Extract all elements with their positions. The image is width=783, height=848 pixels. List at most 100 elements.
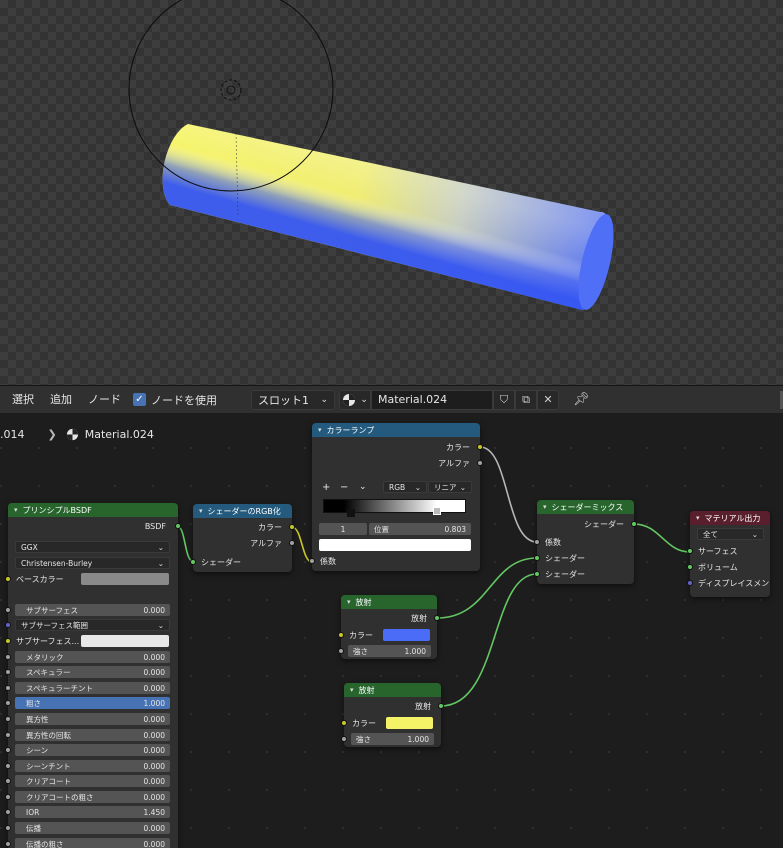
chevron-down-icon[interactable]: ▾ (543, 503, 547, 511)
node-header[interactable]: ▾ 放射 (344, 683, 441, 697)
ramp-stop-black[interactable] (347, 509, 355, 517)
socket-input-strength[interactable] (341, 736, 347, 742)
socket-output-bsdf[interactable] (175, 523, 181, 529)
socket-input-field[interactable] (5, 809, 11, 815)
socket-input-field[interactable] (5, 841, 11, 847)
bsdf-value-field[interactable]: 異方性の回転 0.000 (15, 729, 170, 741)
node-emission-yellow[interactable]: ▾ 放射 放射 カラー 強さ 1.000 (341, 683, 444, 747)
node-header[interactable]: ▾ カラーランプ (312, 423, 480, 437)
socket-input-displacement[interactable] (687, 580, 693, 586)
socket-input-field[interactable] (5, 716, 11, 722)
socket-output-alpha[interactable] (477, 460, 483, 466)
bsdf-value-field[interactable]: メタリック 0.000 (15, 651, 170, 663)
ramp-stop-white[interactable] (433, 507, 441, 515)
socket-output-emission[interactable] (438, 703, 444, 709)
use-nodes-toggle[interactable]: ✓ ノードを使用 (133, 392, 217, 408)
base-color-swatch[interactable] (81, 573, 169, 585)
stop-index-field[interactable]: 1 (319, 523, 367, 535)
socket-input-shader-2[interactable] (534, 571, 540, 577)
node-emission-blue[interactable]: ▾ 放射 放射 カラー 強さ 1.000 (338, 595, 440, 659)
socket-input-field[interactable] (5, 685, 11, 691)
bsdf-value-field[interactable]: 伝播の粗さ 0.000 (15, 838, 170, 848)
socket-input-field[interactable] (5, 747, 11, 753)
node-principled-bsdf[interactable]: ▾ プリンシプルBSDF BSDF GGX ⌄ Christensen-Burl… (5, 503, 181, 848)
bsdf-value-field[interactable]: サブサーフェス 0.000 (15, 604, 170, 616)
subsurface-radius-dropdown[interactable]: サブサーフェス範囲 ⌄ (15, 619, 170, 631)
subsurface-color-swatch[interactable] (81, 635, 169, 647)
chevron-down-icon[interactable]: ▾ (347, 598, 351, 606)
fake-user-button[interactable]: ⛉ (493, 389, 515, 410)
material-name-field[interactable]: Material.024 (371, 389, 493, 410)
ramp-menu-button[interactable]: ⌄ (359, 480, 367, 494)
chevron-down-icon[interactable]: ▾ (696, 514, 700, 522)
node-editor-canvas[interactable]: .014 ❯ Material.024 ▾ プリンシプルBSDF BSDF GG… (0, 413, 783, 848)
socket-subsurface-color[interactable] (5, 638, 11, 644)
bsdf-value-field[interactable]: シーン 0.000 (15, 744, 170, 756)
chevron-down-icon[interactable]: ▾ (14, 506, 18, 514)
node-material-output[interactable]: ▾ マテリアル出力 全て ⌄ サーフェス ボリューム ディスプレイスメン (687, 511, 770, 597)
node-header[interactable]: ▾ プリンシプルBSDF (8, 503, 178, 517)
node-header[interactable]: ▾ シェーダーのRGB化 (193, 504, 292, 518)
pin-icon[interactable]: 📌︎ (573, 392, 590, 407)
socket-input-strength[interactable] (338, 648, 344, 654)
material-browse-button[interactable]: ⌄ (339, 389, 371, 410)
emission-color-swatch[interactable] (383, 629, 430, 641)
stop-position-field[interactable]: 位置 0.803 (369, 523, 471, 535)
socket-output-shader[interactable] (631, 521, 637, 527)
node-header[interactable]: ▾ マテリアル出力 (690, 511, 770, 525)
socket-input-field[interactable] (5, 825, 11, 831)
bsdf-value-field[interactable]: IOR 1.450 (15, 806, 170, 818)
socket-input-fac[interactable] (309, 558, 315, 564)
color-mode-dropdown[interactable]: RGB ⌄ (383, 481, 427, 493)
chevron-down-icon[interactable]: ▾ (318, 426, 322, 434)
socket-input-shader-1[interactable] (534, 555, 540, 561)
duplicate-material-button[interactable]: ⧉ (515, 389, 537, 410)
node-header[interactable]: ▾ 放射 (341, 595, 437, 609)
emission-color-swatch[interactable] (386, 717, 433, 729)
strength-field[interactable]: 強さ 1.000 (348, 645, 431, 657)
ramp-add-button[interactable]: + (322, 480, 330, 494)
bsdf-value-field[interactable]: クリアコート 0.000 (15, 775, 170, 787)
bsdf-value-field[interactable]: 伝播 0.000 (15, 822, 170, 834)
color-ramp-gradient[interactable] (323, 499, 466, 513)
socket-input-field[interactable] (5, 607, 11, 613)
distribution-dropdown[interactable]: GGX ⌄ (15, 541, 170, 553)
bsdf-value-field[interactable]: スペキュラーチント 0.000 (15, 682, 170, 694)
socket-base-color[interactable] (5, 576, 11, 582)
target-dropdown[interactable]: 全て ⌄ (697, 528, 764, 540)
socket-output-alpha[interactable] (289, 540, 295, 546)
socket-output-color[interactable] (289, 524, 295, 530)
socket-input-volume[interactable] (687, 564, 693, 570)
socket-input-field[interactable] (5, 669, 11, 675)
socket-subsurface-radius[interactable] (5, 622, 11, 628)
socket-input-field[interactable] (5, 778, 11, 784)
node-header[interactable]: ▾ シェーダーミックス (537, 500, 634, 514)
bsdf-value-field[interactable]: 異方性 0.000 (15, 713, 170, 725)
socket-input-fac[interactable] (534, 539, 540, 545)
socket-input-surface[interactable] (687, 548, 693, 554)
node-shader-to-rgb[interactable]: ▾ シェーダーのRGB化 カラー アルファ シェーダー (190, 504, 295, 572)
socket-input-field[interactable] (5, 700, 11, 706)
socket-input-field[interactable] (5, 763, 11, 769)
slot-dropdown[interactable]: スロット1 ⌄ (251, 389, 335, 410)
3d-viewport[interactable] (0, 0, 783, 385)
socket-input-color[interactable] (338, 632, 344, 638)
strength-field[interactable]: 強さ 1.000 (351, 733, 434, 745)
menu-add[interactable]: 追加 (42, 386, 80, 414)
socket-input-field[interactable] (5, 654, 11, 660)
menu-node[interactable]: ノード (80, 386, 129, 414)
subsurface-method-dropdown[interactable]: Christensen-Burley ⌄ (15, 557, 170, 569)
unlink-material-button[interactable]: ✕ (537, 389, 559, 410)
chevron-down-icon[interactable]: ▾ (350, 686, 354, 694)
socket-input-color[interactable] (341, 720, 347, 726)
socket-output-color[interactable] (477, 444, 483, 450)
node-color-ramp[interactable]: ▾ カラーランプ カラー アルファ + − ⌄ RGB ⌄ リニア ⌄ 1 位置… (309, 423, 483, 571)
bsdf-value-field[interactable]: シーンチント 0.000 (15, 760, 170, 772)
socket-input-shader[interactable] (190, 559, 196, 565)
socket-output-emission[interactable] (434, 615, 440, 621)
menu-select[interactable]: 選択 (4, 386, 42, 414)
interpolation-dropdown[interactable]: リニア ⌄ (428, 481, 472, 493)
bsdf-value-field[interactable]: スペキュラー 0.000 (15, 666, 170, 678)
socket-input-field[interactable] (5, 732, 11, 738)
node-mix-shader[interactable]: ▾ シェーダーミックス シェーダー 係数 シェーダー シェーダー (534, 500, 637, 584)
